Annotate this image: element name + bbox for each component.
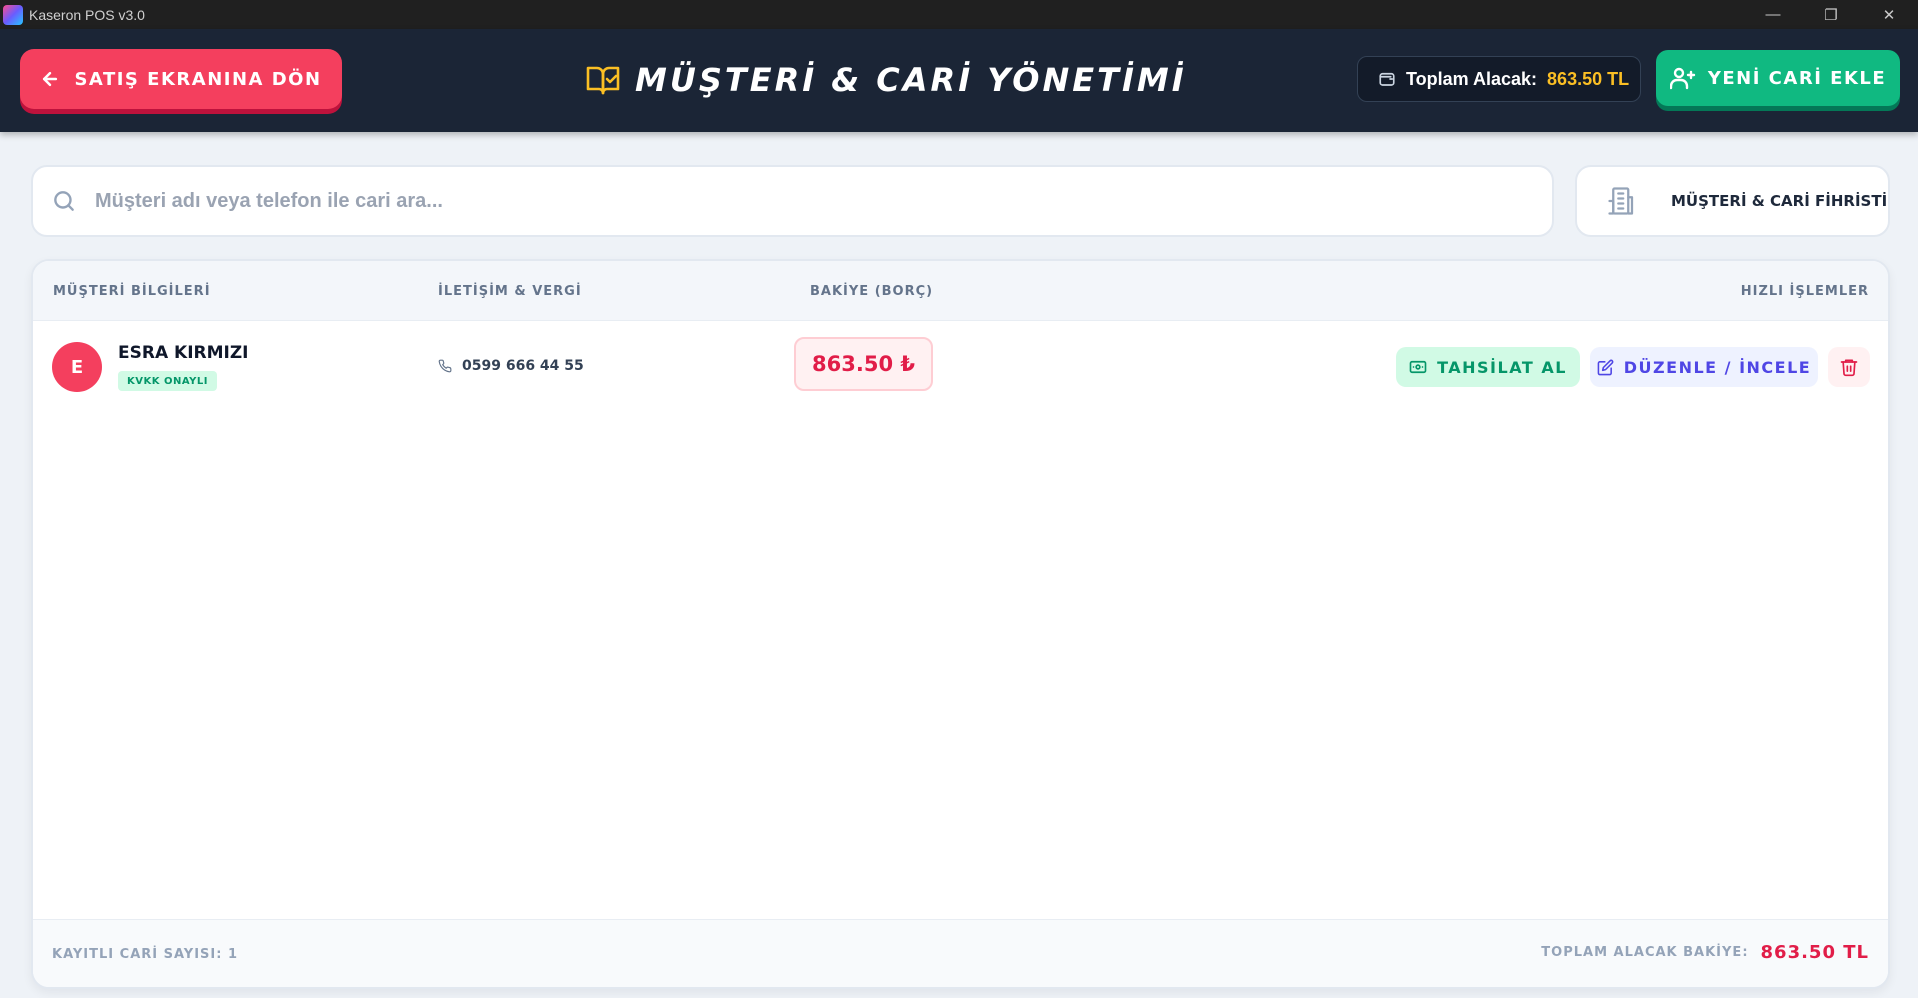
edit-review-button[interactable]: DÜZENLE / İNCELE [1590, 347, 1818, 387]
search-icon [51, 188, 77, 214]
total-receivable-box: Toplam Alacak: 863.50 TL [1357, 56, 1641, 102]
page-title: MÜŞTERİ & CARİ YÖNETİMİ [585, 58, 1187, 102]
trash-icon [1839, 357, 1859, 377]
total-receivable-label: Toplam Alacak: [1406, 68, 1538, 89]
phone-icon [438, 359, 452, 373]
column-contact-tax: İLETİŞİM & VERGİ [438, 284, 582, 299]
delete-button[interactable] [1828, 347, 1870, 387]
back-to-sales-label: SATIŞ EKRANINA DÖN [74, 68, 322, 90]
avatar: E [52, 342, 102, 392]
add-new-account-button[interactable]: YENİ CARİ EKLE [1656, 50, 1900, 106]
cash-icon [1409, 360, 1427, 374]
phone-number: 0599 666 44 55 [462, 358, 584, 374]
window-controls: — ❐ ✕ [1744, 0, 1918, 29]
column-customer-info: MÜŞTERİ BİLGİLERİ [53, 284, 211, 299]
customer-directory-button[interactable]: MÜŞTERİ & CARİ FİHRİSTİ [1575, 165, 1890, 237]
building-icon [1607, 186, 1637, 216]
edit-review-label: DÜZENLE / İNCELE [1623, 357, 1812, 377]
table-header: MÜŞTERİ BİLGİLERİ İLETİŞİM & VERGİ BAKİY… [33, 261, 1888, 321]
user-plus-icon [1669, 66, 1696, 90]
column-quick-actions: HIZLI İŞLEMLER [1740, 284, 1869, 299]
table-row: E ESRA KIRMIZI KVKK ONAYLI 0599 666 44 5… [33, 321, 1888, 411]
search-bar [31, 165, 1554, 237]
registered-account-count: KAYITLI CARİ SAYISI: 1 [52, 947, 239, 962]
footer-total-label: TOPLAM ALACAK BAKİYE: [1541, 945, 1749, 960]
total-receivable-value: 863.50 TL [1547, 68, 1630, 89]
restore-button[interactable]: ❐ [1802, 0, 1860, 29]
app-logo-icon [3, 4, 23, 25]
close-button[interactable]: ✕ [1860, 0, 1918, 29]
table-footer: KAYITLI CARİ SAYISI: 1 TOPLAM ALACAK BAK… [33, 919, 1888, 987]
app-header: SATIŞ EKRANINA DÖN MÜŞTERİ & CARİ YÖNETİ… [0, 29, 1918, 132]
column-balance: BAKİYE (BORÇ) [810, 284, 934, 299]
page-title-text: MÜŞTERİ & CARİ YÖNETİMİ [635, 61, 1187, 99]
collect-payment-button[interactable]: TAHSİLAT AL [1396, 347, 1580, 387]
add-new-account-label: YENİ CARİ EKLE [1707, 67, 1887, 89]
footer-total: TOPLAM ALACAK BAKİYE: 863.50 TL [1541, 942, 1869, 963]
arrow-left-icon [40, 69, 60, 89]
kvkk-status-badge: KVKK ONAYLI [118, 371, 217, 391]
back-to-sales-button[interactable]: SATIŞ EKRANINA DÖN [20, 49, 342, 109]
wallet-icon [1378, 70, 1396, 88]
customer-phone: 0599 666 44 55 [438, 358, 584, 374]
accounts-table: MÜŞTERİ BİLGİLERİ İLETİŞİM & VERGİ BAKİY… [31, 259, 1890, 989]
footer-total-value: 863.50 TL [1760, 942, 1869, 963]
book-check-icon [585, 64, 621, 96]
minimize-button[interactable]: — [1744, 0, 1802, 29]
edit-icon [1597, 359, 1614, 376]
customer-directory-label: MÜŞTERİ & CARİ FİHRİSTİ [1671, 192, 1888, 210]
window-title: Kaseron POS v3.0 [29, 6, 145, 23]
balance-badge: 863.50 ₺ [794, 337, 933, 391]
customer-name: ESRA KIRMIZI [118, 343, 249, 363]
collect-payment-label: TAHSİLAT AL [1437, 357, 1567, 377]
search-input[interactable] [95, 189, 1495, 213]
window-titlebar: Kaseron POS v3.0 — ❐ ✕ [0, 0, 1918, 29]
